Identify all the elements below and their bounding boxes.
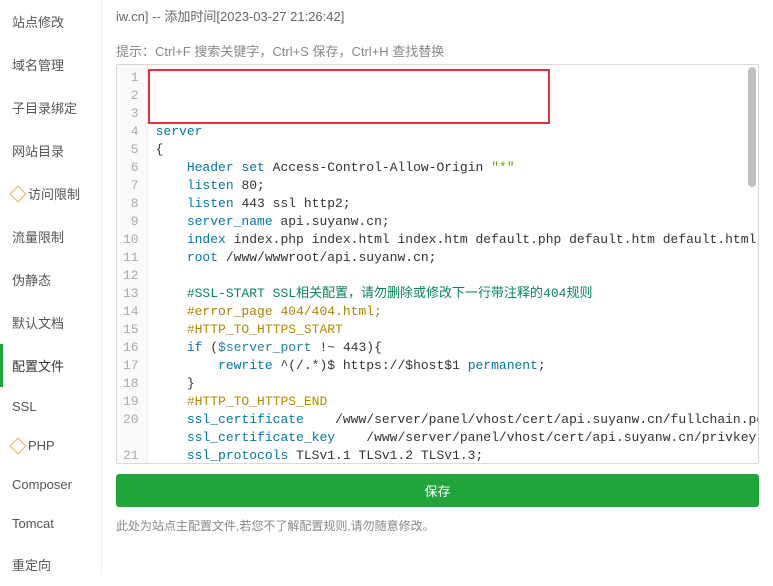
editor-gutter: 123456789101112131415161718192021 <box>117 65 148 464</box>
sidebar-item-default-doc[interactable]: 默认文档 <box>0 301 101 344</box>
sidebar: 站点修改域名管理子目录绑定网站目录访问限制流量限制伪静态默认文档配置文件 SSL P… <box>0 0 102 573</box>
sidebar-item-label: 站点修改 <box>12 12 64 31</box>
sidebar-item-label: 访问限制 <box>28 184 80 203</box>
sidebar-item-label: 重定向 <box>12 555 51 574</box>
main-panel: iw.cn] -- 添加时间[2023-03-27 21:26:42] 提示：C… <box>102 0 773 573</box>
editor-hint: 提示：Ctrl+F 搜索关键字，Ctrl+S 保存，Ctrl+H 查找替换 <box>116 41 759 60</box>
app-root: 站点修改域名管理子目录绑定网站目录访问限制流量限制伪静态默认文档配置文件 SSL P… <box>0 0 773 573</box>
save-button[interactable]: 保存 <box>116 474 759 507</box>
editor-scrollbar[interactable] <box>748 67 756 187</box>
highlight-box <box>148 69 550 124</box>
editor-code[interactable]: server{ Header set Access-Control-Allow-… <box>148 65 759 464</box>
sidebar-item-label: PHP <box>28 438 55 453</box>
sidebar-item-label: 伪静态 <box>12 270 51 289</box>
sidebar-item-label: 子目录绑定 <box>12 98 77 117</box>
sidebar-item-dirs[interactable]: 网站目录 <box>0 129 101 172</box>
diamond-icon <box>10 185 27 202</box>
sidebar-item-tomcat[interactable]: Tomcat <box>0 504 101 543</box>
sidebar-item-php[interactable]: PHP <box>0 426 101 465</box>
sidebar-item-composer[interactable]: Composer <box>0 465 101 504</box>
diamond-icon <box>10 437 27 454</box>
sidebar-item-label: Tomcat <box>12 516 54 531</box>
sidebar-item-ssl[interactable]: SSL <box>0 387 101 426</box>
title-bar: iw.cn] -- 添加时间[2023-03-27 21:26:42] <box>116 0 759 35</box>
sidebar-item-site-edit[interactable]: 站点修改 <box>0 0 101 43</box>
footer-note: 此处为站点主配置文件,若您不了解配置规则,请勿随意修改。 <box>116 517 759 534</box>
sidebar-item-label: 默认文档 <box>12 313 64 332</box>
sidebar-item-traffic[interactable]: 流量限制 <box>0 215 101 258</box>
sidebar-item-label: 流量限制 <box>12 227 64 246</box>
sidebar-item-config[interactable]: 配置文件 <box>0 344 101 387</box>
sidebar-item-rewrite[interactable]: 伪静态 <box>0 258 101 301</box>
sidebar-item-subdir[interactable]: 子目录绑定 <box>0 86 101 129</box>
sidebar-item-redirect[interactable]: 重定向 <box>0 543 101 586</box>
sidebar-item-label: 网站目录 <box>12 141 64 160</box>
sidebar-item-label: 配置文件 <box>12 356 64 375</box>
sidebar-item-label: 域名管理 <box>12 55 64 74</box>
sidebar-item-label: SSL <box>12 399 37 414</box>
config-editor[interactable]: 123456789101112131415161718192021 server… <box>116 64 759 464</box>
sidebar-item-access[interactable]: 访问限制 <box>0 172 101 215</box>
sidebar-item-domain[interactable]: 域名管理 <box>0 43 101 86</box>
sidebar-item-label: Composer <box>12 477 72 492</box>
